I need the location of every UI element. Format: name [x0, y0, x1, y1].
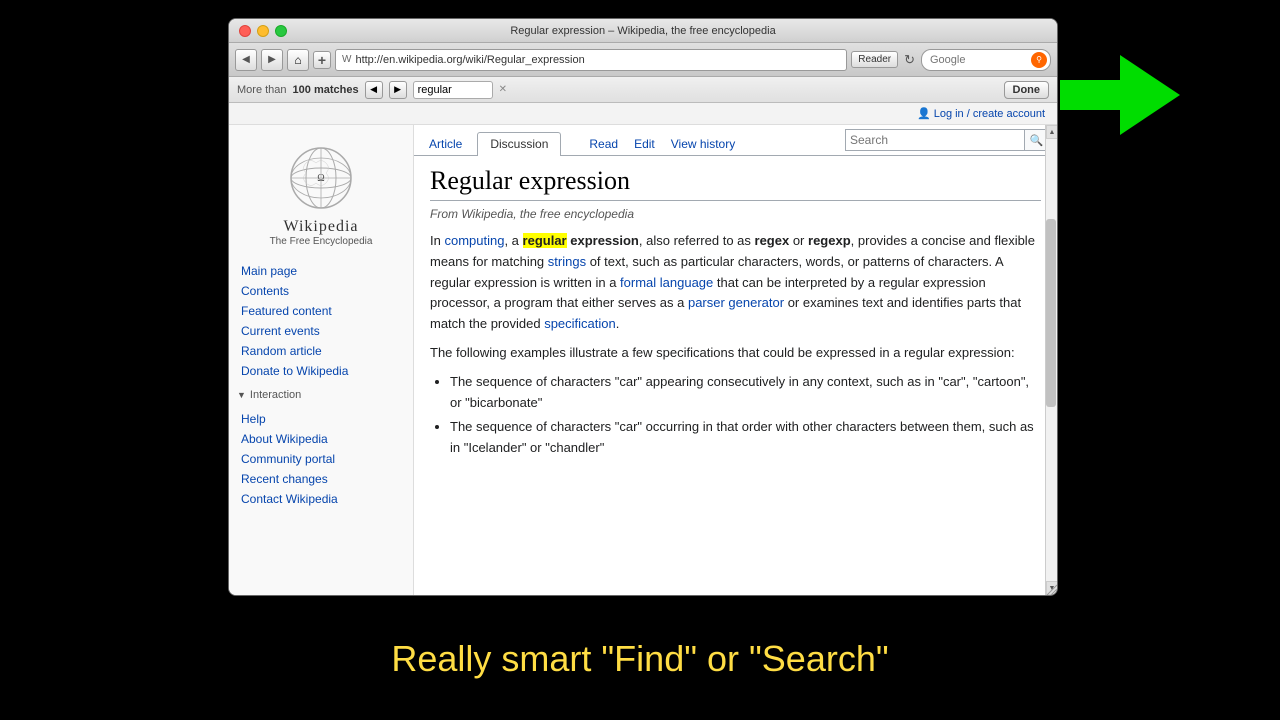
login-bar: 👤 Log in / create account: [229, 103, 1057, 125]
sidebar-item-random-article[interactable]: Random article: [229, 341, 413, 361]
regex-bold: regex: [755, 233, 790, 248]
tab-article[interactable]: Article: [416, 132, 475, 155]
sidebar: Ω Wikipedia The Free Encyclopedia Main p…: [229, 125, 414, 595]
new-tab-button[interactable]: +: [313, 51, 331, 69]
minimize-button[interactable]: [257, 25, 269, 37]
sidebar-item-current-events[interactable]: Current events: [229, 321, 413, 341]
address-text: http://en.wikipedia.org/wiki/Regular_exp…: [355, 54, 584, 66]
find-prev-button[interactable]: ◀: [365, 81, 383, 99]
main-content: Article Discussion Read Edit View histor…: [414, 125, 1057, 595]
sidebar-item-contents[interactable]: Contents: [229, 281, 413, 301]
sidebar-item-contact[interactable]: Contact Wikipedia: [229, 489, 413, 509]
title-bar: Regular expression – Wikipedia, the free…: [229, 19, 1057, 43]
address-bar[interactable]: W http://en.wikipedia.org/wiki/Regular_e…: [335, 49, 847, 71]
find-done-button[interactable]: Done: [1004, 81, 1050, 99]
find-count: 100 matches: [293, 84, 359, 96]
list-item: The sequence of characters "car" occurri…: [450, 417, 1041, 459]
sidebar-item-about[interactable]: About Wikipedia: [229, 429, 413, 449]
find-clear-icon[interactable]: ✕: [499, 84, 507, 95]
interaction-section-header[interactable]: ▼ Interaction: [229, 385, 413, 405]
find-bar: More than 100 matches ◀ ▶ ✕ Done: [229, 77, 1057, 103]
interaction-label: Interaction: [250, 389, 301, 401]
wiki-logo: Ω Wikipedia The Free Encyclopedia: [229, 133, 413, 257]
content-area: Ω Wikipedia The Free Encyclopedia Main p…: [229, 125, 1057, 595]
reader-button[interactable]: Reader: [851, 51, 898, 68]
tab-edit[interactable]: Edit: [626, 133, 663, 155]
sidebar-item-donate[interactable]: Donate to Wikipedia: [229, 361, 413, 381]
wiki-search-input[interactable]: [845, 129, 1025, 151]
sidebar-nav: Main page Contents Featured content Curr…: [229, 257, 413, 385]
strings-link[interactable]: strings: [548, 254, 586, 269]
reload-button[interactable]: ↻: [902, 50, 917, 70]
article-paragraph-1: In computing, a regular expression, also…: [430, 231, 1041, 335]
parser-generator-link[interactable]: parser generator: [688, 295, 784, 310]
article-paragraph-2: The following examples illustrate a few …: [430, 343, 1041, 364]
scrollbar-up-button[interactable]: ▲: [1046, 125, 1057, 139]
find-input[interactable]: [413, 81, 493, 99]
browser-window: Regular expression – Wikipedia, the free…: [228, 18, 1058, 596]
browser-search-button[interactable]: ⚲: [1031, 52, 1047, 68]
resize-icon: [1043, 581, 1057, 595]
bottom-caption: Really smart "Find" or "Search": [0, 638, 1280, 680]
close-button[interactable]: [239, 25, 251, 37]
wiki-title: Wikipedia: [239, 218, 403, 236]
tabs-search: 🔍: [845, 129, 1049, 151]
home-button[interactable]: ⌂: [287, 49, 309, 71]
login-link[interactable]: Log in / create account: [934, 108, 1045, 120]
toolbar: ◀ ▶ ⌂ + W http://en.wikipedia.org/wiki/R…: [229, 43, 1057, 77]
arrow-icon: [1060, 55, 1180, 135]
forward-button[interactable]: ▶: [261, 49, 283, 71]
maximize-button[interactable]: [275, 25, 287, 37]
computing-link[interactable]: computing: [444, 233, 504, 248]
regular-highlight: regular: [523, 233, 567, 248]
specification-link[interactable]: specification: [544, 316, 616, 331]
find-label: More than: [237, 84, 287, 96]
scrollbar-track: ▲ ▼: [1045, 125, 1057, 595]
expression-bold: expression: [570, 233, 639, 248]
sidebar-item-recent-changes[interactable]: Recent changes: [229, 469, 413, 489]
list-item: The sequence of characters "car" appeari…: [450, 372, 1041, 414]
find-next-button[interactable]: ▶: [389, 81, 407, 99]
article-subtitle: From Wikipedia, the free encyclopedia: [430, 207, 1041, 221]
green-arrow: [1060, 55, 1180, 140]
sidebar-item-community-portal[interactable]: Community portal: [229, 449, 413, 469]
user-icon: 👤: [917, 107, 931, 120]
sidebar-item-featured-content[interactable]: Featured content: [229, 301, 413, 321]
wiki-subtitle: The Free Encyclopedia: [239, 236, 403, 247]
traffic-lights: [239, 25, 287, 37]
resize-handle[interactable]: [1043, 581, 1057, 595]
sidebar-item-main-page[interactable]: Main page: [229, 261, 413, 281]
search-container: ⚲: [921, 49, 1051, 71]
tab-read[interactable]: Read: [581, 133, 626, 155]
scrollbar-thumb[interactable]: [1046, 219, 1056, 407]
tabs-bar: Article Discussion Read Edit View histor…: [414, 125, 1057, 156]
svg-text:Ω: Ω: [317, 173, 324, 184]
formal-language-link[interactable]: formal language: [620, 275, 713, 290]
wiki-globe: Ω: [286, 143, 356, 213]
article-body: Regular expression From Wikipedia, the f…: [414, 156, 1057, 477]
address-icon: W: [342, 54, 351, 65]
interaction-arrow-icon: ▼: [237, 390, 246, 400]
window-title: Regular expression – Wikipedia, the free…: [510, 25, 775, 37]
tab-view-history[interactable]: View history: [663, 133, 743, 155]
article-list: The sequence of characters "car" appeari…: [450, 372, 1041, 459]
back-button[interactable]: ◀: [235, 49, 257, 71]
regexp-bold: regexp: [808, 233, 851, 248]
sidebar-item-help[interactable]: Help: [229, 409, 413, 429]
article-title: Regular expression: [430, 166, 1041, 201]
tab-discussion[interactable]: Discussion: [477, 132, 561, 156]
interaction-nav: Help About Wikipedia Community portal Re…: [229, 405, 413, 513]
